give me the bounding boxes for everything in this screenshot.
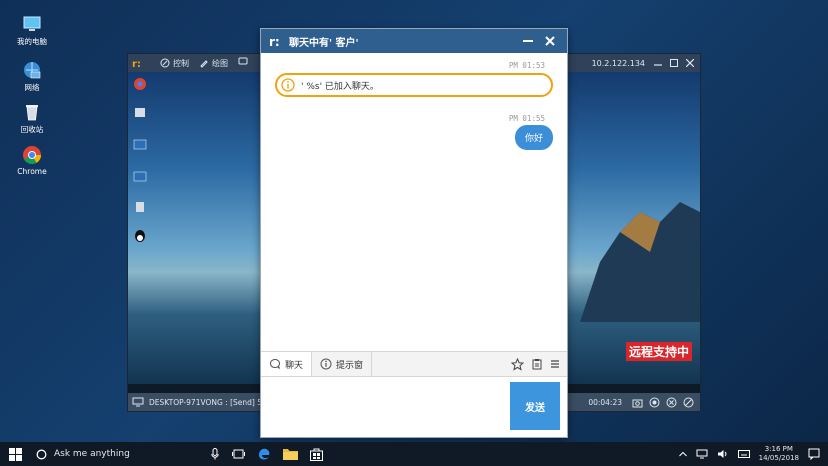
clock-date: 14/05/2018: [758, 454, 799, 462]
tab-label: 聊天: [285, 360, 304, 371]
network-icon: [24, 62, 41, 79]
session-timer: 00:04:23: [588, 397, 622, 407]
chat-tab-bar: 聊天 提示窗: [261, 351, 567, 377]
clipboard-icon[interactable]: [531, 358, 543, 370]
minimize-icon: [654, 64, 662, 66]
pen-icon: [200, 60, 208, 68]
desktop-icon-label: 回收站: [20, 125, 44, 134]
svg-text:r:: r:: [132, 59, 141, 68]
chevron-up-icon[interactable]: [678, 451, 687, 457]
message-timestamp: PM 01:55: [508, 114, 545, 123]
task-view-button[interactable]: [225, 442, 251, 466]
store-icon: [309, 448, 323, 461]
remote-desktop-icons: [133, 78, 147, 242]
chrome-icon: [23, 146, 42, 165]
remote-ip: 10.2.122.134: [591, 58, 645, 68]
maximize-button[interactable]: [669, 58, 679, 68]
minimize-button[interactable]: [653, 58, 663, 68]
keyboard-icon[interactable]: [737, 449, 750, 459]
monitor-icon: [132, 397, 144, 407]
volume-icon[interactable]: [717, 449, 729, 459]
taskbar: Ask me anything 3:16 PM 14/05/2018: [0, 442, 828, 466]
outgoing-message-bubble: 你好: [514, 125, 553, 150]
desktop-icon-label: 网络: [24, 83, 40, 92]
desktop-icon-label: 我的电脑: [17, 37, 47, 46]
send-button[interactable]: 发送: [510, 382, 560, 430]
minimize-icon: [523, 40, 533, 42]
notifications-icon[interactable]: [808, 448, 820, 460]
cortana-search-box[interactable]: Ask me anything: [30, 442, 225, 466]
tab-chat[interactable]: 聊天: [261, 352, 312, 376]
chat-minimize-button[interactable]: [519, 32, 537, 50]
record-icon[interactable]: [649, 397, 660, 408]
desktop-icon-network[interactable]: 网络: [14, 60, 50, 93]
chat-title: 聊天中有' 客户': [289, 37, 359, 49]
chat-title-bar: r: 聊天中有' 客户': [261, 29, 567, 53]
chat-close-button[interactable]: [541, 32, 559, 50]
message-timestamp: PM 01:53: [508, 61, 545, 70]
clock-time: 3:16 PM: [764, 445, 793, 453]
tab-label: 提示窗: [336, 360, 364, 371]
task-view-icon: [231, 449, 245, 459]
close-remote-button[interactable]: [685, 58, 695, 68]
fullscreen-icon[interactable]: [666, 397, 677, 408]
recycle-bin-icon: [26, 105, 38, 121]
remote-support-watermark: 远程支持中: [625, 342, 692, 361]
chat-window: r: 聊天中有' 客户' PM 01:53 ' %s' 已加入聊天。 PM 01…: [260, 28, 568, 438]
desktop-icon-chrome[interactable]: Chrome: [14, 145, 50, 176]
remote-menu-draw[interactable]: 绘图: [199, 58, 228, 69]
close-icon: [545, 36, 555, 46]
remote-menu-label: 控制: [173, 58, 189, 68]
taskbar-edge[interactable]: [251, 442, 277, 466]
menu-icon[interactable]: [550, 359, 560, 369]
chat-bubble-icon: [269, 358, 280, 369]
maximize-icon: [670, 59, 678, 67]
search-placeholder: Ask me anything: [54, 449, 130, 459]
svg-text:r:: r:: [269, 35, 280, 47]
app-logo-icon: r:: [132, 59, 141, 68]
chat-icon: [238, 57, 248, 65]
network-status-icon[interactable]: [696, 449, 708, 459]
remote-menu-label: 绘图: [212, 58, 228, 68]
remote-menu-control[interactable]: 控制: [160, 58, 189, 69]
clock[interactable]: 3:16 PM 14/05/2018: [759, 445, 799, 463]
folder-icon: [282, 449, 298, 460]
taskbar-store[interactable]: [303, 442, 329, 466]
camera-icon[interactable]: [632, 397, 643, 408]
windows-logo-icon: [8, 447, 22, 461]
control-icon: [160, 58, 170, 68]
tab-notice[interactable]: 提示窗: [311, 352, 373, 376]
desktop-icon-computer[interactable]: 我的电脑: [14, 14, 50, 47]
desktop-icon-label: Chrome: [17, 167, 47, 176]
microphone-icon[interactable]: [211, 448, 219, 460]
info-icon: [281, 78, 295, 92]
star-icon[interactable]: [511, 357, 524, 371]
landscape-rock: [580, 202, 700, 322]
info-icon: [320, 358, 332, 370]
system-message: ' %s' 已加入聊天。: [275, 73, 553, 97]
search-icon: [36, 449, 47, 459]
disconnect-icon[interactable]: [683, 397, 694, 408]
app-logo-icon: r:: [269, 35, 280, 47]
taskbar-file-explorer[interactable]: [277, 442, 303, 466]
edge-icon: [259, 448, 270, 460]
desktop-icon-recycle-bin[interactable]: 回收站: [14, 102, 50, 135]
close-icon: [686, 59, 694, 67]
chat-message-area[interactable]: PM 01:53 ' %s' 已加入聊天。 PM 01:55 你好: [261, 53, 567, 351]
system-message-text: ' %s' 已加入聊天。: [301, 81, 379, 92]
start-button[interactable]: [0, 442, 30, 466]
remote-menu-more[interactable]: [238, 57, 248, 69]
computer-icon: [23, 16, 41, 31]
